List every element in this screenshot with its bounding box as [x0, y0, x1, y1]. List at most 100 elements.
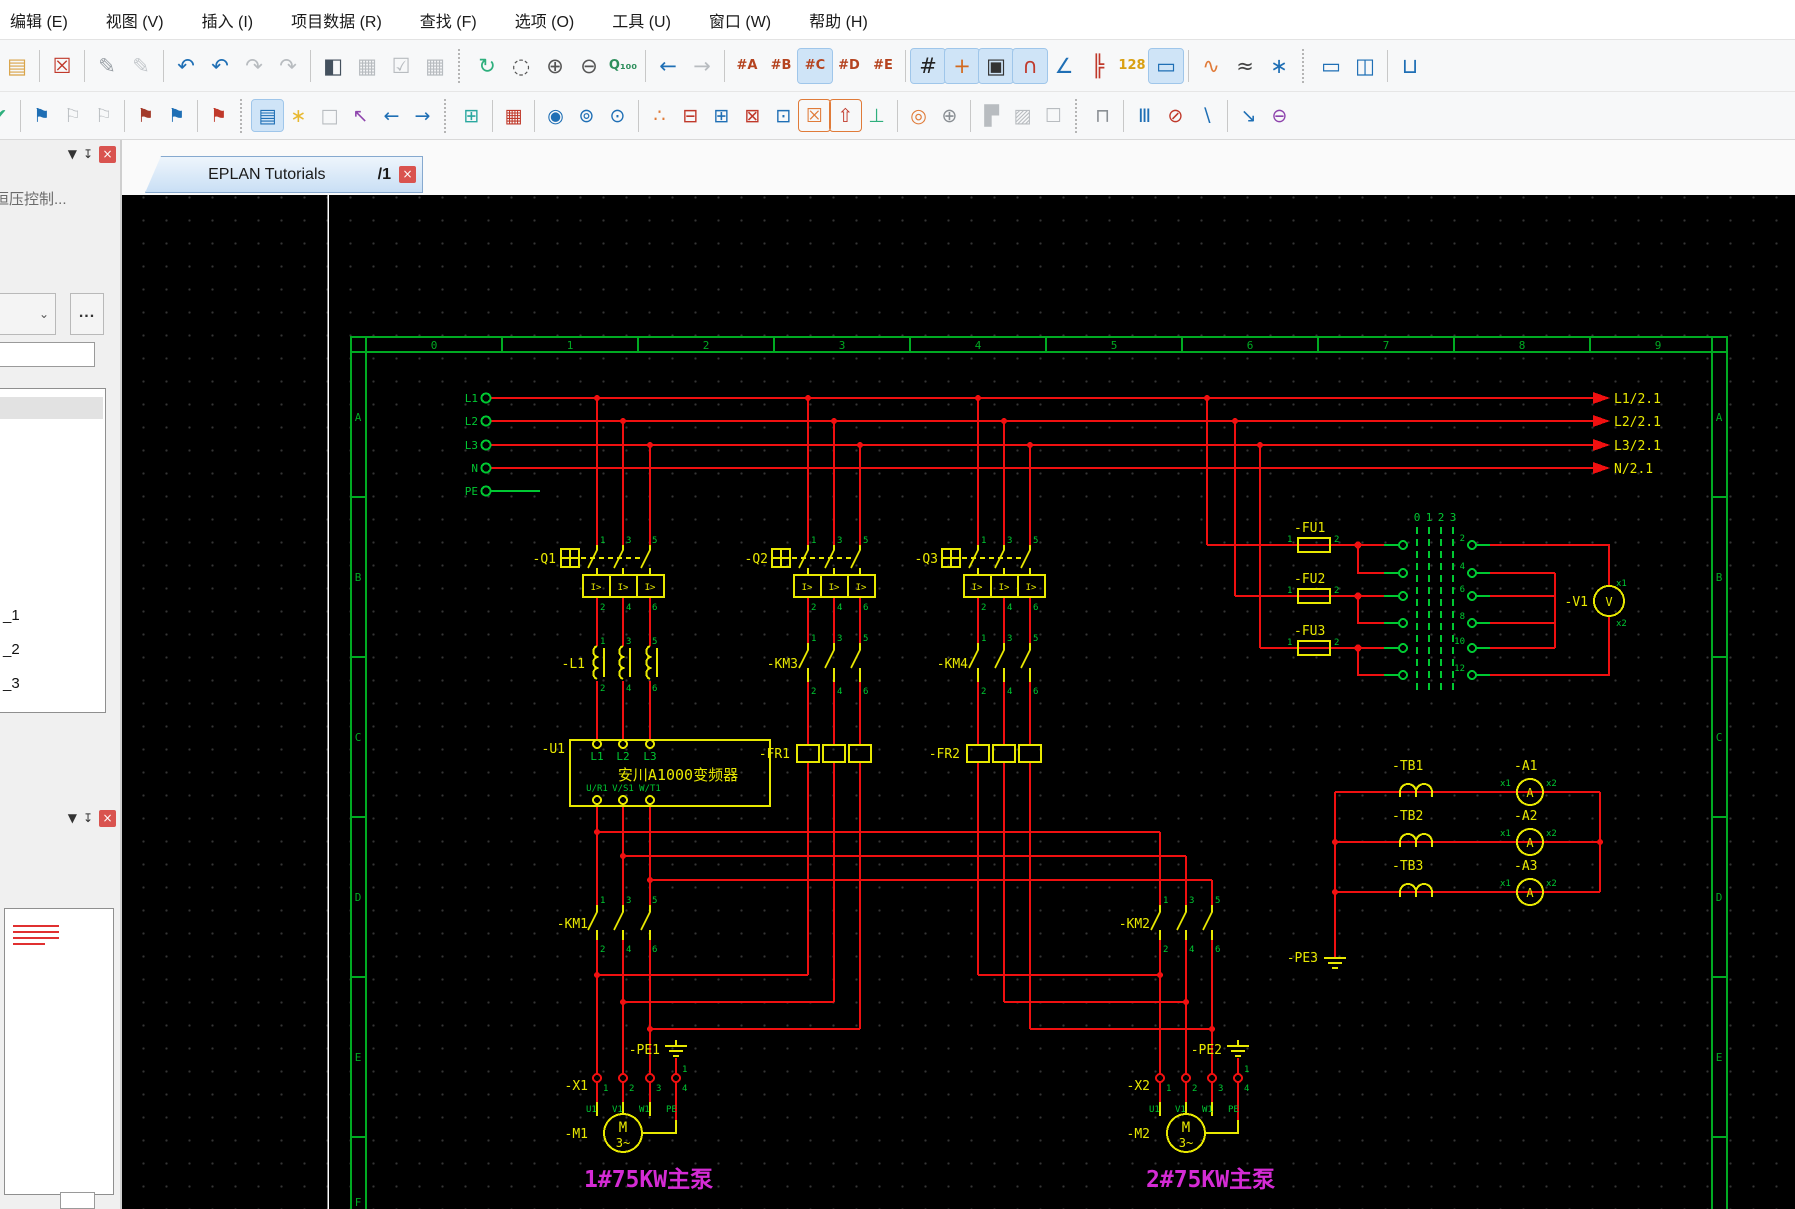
- undo-icon[interactable]: ↶: [169, 49, 203, 83]
- macro-box-icon[interactable]: ⊞: [456, 100, 487, 131]
- table-icon[interactable]: ▦: [418, 49, 452, 83]
- connection-symbol-icon[interactable]: ╠: [1081, 49, 1115, 83]
- previous-page-icon[interactable]: ←: [376, 100, 407, 131]
- clipped-icon[interactable]: ✔: [0, 100, 15, 131]
- chevron-down-icon[interactable]: ▼: [68, 147, 77, 161]
- schematic-canvas[interactable]: 0 1 2 3 4 5 6 7 8 9 A B C D E F A B C D …: [122, 195, 1795, 1209]
- device-box-icon[interactable]: ▭: [1314, 49, 1348, 83]
- workflow-flag-gear-icon[interactable]: ⚐: [57, 100, 88, 131]
- network-icon[interactable]: ◫: [1348, 49, 1382, 83]
- symbol-center-icon[interactable]: ⊙: [602, 100, 633, 131]
- tree-item[interactable]: _1: [3, 607, 20, 624]
- selected-row[interactable]: [0, 397, 103, 419]
- grid-d-icon[interactable]: #D: [832, 49, 866, 83]
- format-brush2-icon[interactable]: ✎: [124, 49, 158, 83]
- grid-e-icon[interactable]: #E: [866, 49, 900, 83]
- hatch-icon[interactable]: ▨: [1007, 100, 1038, 131]
- angle-snap-icon[interactable]: ∠: [1047, 49, 1081, 83]
- layout-icon[interactable]: ▦: [350, 49, 384, 83]
- cable-ring-icon[interactable]: ⊖: [1264, 100, 1295, 131]
- menu-help[interactable]: 帮助 (H): [809, 8, 868, 32]
- device-navigator-icon[interactable]: ▦: [498, 100, 529, 131]
- placeholder-icon[interactable]: ☐: [1038, 100, 1069, 131]
- toolbar-grip[interactable]: [1075, 98, 1081, 133]
- workflow-flag-check-icon[interactable]: ⚑: [26, 100, 57, 131]
- workspace-icon[interactable]: ◧: [316, 49, 350, 83]
- parallel-pins-icon[interactable]: Ⅲ: [1129, 100, 1160, 131]
- tab-eplan-tutorials[interactable]: EPLAN Tutorials /1 ×: [145, 156, 423, 193]
- filter-combobox[interactable]: ⌄: [0, 293, 56, 335]
- workbench-icon[interactable]: ⊓: [1087, 100, 1118, 131]
- star-line-icon[interactable]: ∗: [1262, 49, 1296, 83]
- search-field[interactable]: [0, 342, 95, 367]
- grid-c-icon[interactable]: #C: [797, 47, 833, 84]
- pin-icon[interactable]: ↧: [83, 811, 93, 825]
- browse-button[interactable]: ...: [70, 293, 104, 335]
- toolbar-grip[interactable]: [444, 98, 450, 133]
- paste-icon[interactable]: ▤: [0, 49, 34, 83]
- zoom-window-icon[interactable]: ◌: [504, 49, 538, 83]
- pin-icon[interactable]: ↧: [83, 147, 93, 161]
- menu-tools[interactable]: 工具 (U): [612, 8, 671, 32]
- table-remove-icon[interactable]: ⊠: [737, 100, 768, 131]
- table-device-icon[interactable]: ⊡: [768, 100, 799, 131]
- check-document-icon[interactable]: ☑: [384, 49, 418, 83]
- pin-diagonal-icon[interactable]: ∖: [1191, 100, 1222, 131]
- panel-icon[interactable]: ▛: [976, 100, 1007, 131]
- graphical-preview[interactable]: [4, 908, 114, 1195]
- undo-list-icon[interactable]: ↶: [203, 49, 237, 83]
- cable-icon[interactable]: ↘: [1233, 100, 1264, 131]
- page-navigator-icon[interactable]: ▤: [251, 99, 284, 132]
- symbol-multi-icon[interactable]: ◉: [540, 100, 571, 131]
- flag-forward-icon[interactable]: ⚑: [161, 100, 192, 131]
- menu-insert[interactable]: 插入 (I): [202, 8, 254, 32]
- new-page-icon[interactable]: ∗: [283, 100, 314, 131]
- grid-b-icon[interactable]: #B: [764, 49, 798, 83]
- device-plug-icon[interactable]: ⊕: [934, 100, 965, 131]
- toolbar-grip[interactable]: [458, 48, 464, 83]
- symbol-top-icon[interactable]: ⊚: [571, 100, 602, 131]
- menu-view[interactable]: 视图 (V): [106, 8, 164, 32]
- tab-project-label[interactable]: EPLAN Tutorials: [146, 166, 378, 184]
- tab-close-icon[interactable]: ×: [399, 166, 416, 183]
- zoom-100-icon[interactable]: Q₁₀₀: [606, 49, 640, 83]
- device-circle-icon[interactable]: ◎: [903, 100, 934, 131]
- tree-icon[interactable]: ⊥: [861, 100, 892, 131]
- import-page-icon[interactable]: ↖: [345, 100, 376, 131]
- box-up-icon[interactable]: ⇧: [829, 99, 862, 132]
- chevron-down-icon[interactable]: ▼: [68, 811, 77, 825]
- text-field-icon[interactable]: ▭: [1148, 47, 1184, 84]
- tree-item[interactable]: _3: [3, 675, 20, 692]
- box-delete-icon[interactable]: ☒: [798, 99, 831, 132]
- close-icon[interactable]: ×: [99, 809, 116, 827]
- design-mode-icon[interactable]: ▣: [978, 47, 1014, 84]
- next-page-icon[interactable]: →: [407, 100, 438, 131]
- zoom-out-icon[interactable]: ⊖: [572, 49, 606, 83]
- tree-item[interactable]: _2: [3, 641, 20, 658]
- tab-page-label[interactable]: /1: [378, 166, 391, 184]
- menu-edit[interactable]: 编辑 (E): [10, 8, 68, 32]
- forward-icon[interactable]: →: [685, 49, 719, 83]
- delete-selection-icon[interactable]: ☒: [45, 49, 79, 83]
- redo-list-icon[interactable]: ↷: [271, 49, 305, 83]
- signal-line-icon[interactable]: ≈: [1228, 49, 1262, 83]
- grid-a-icon[interactable]: #A: [730, 49, 764, 83]
- redo-icon[interactable]: ↷: [237, 49, 271, 83]
- magnet-icon[interactable]: ∩: [1012, 47, 1048, 84]
- menu-find[interactable]: 查找 (F): [420, 8, 477, 32]
- number-128-icon[interactable]: 128: [1115, 49, 1149, 83]
- toolbar-grip[interactable]: [240, 98, 246, 133]
- zoom-in-icon[interactable]: ⊕: [538, 49, 572, 83]
- menu-options[interactable]: 选项 (O): [515, 8, 575, 32]
- close-icon[interactable]: ×: [99, 145, 116, 163]
- snap-icon[interactable]: +: [944, 47, 980, 84]
- table-symbol-icon[interactable]: ⊞: [706, 100, 737, 131]
- menu-project-data[interactable]: 项目数据 (R): [291, 8, 382, 32]
- flag-book-icon[interactable]: ⚑: [130, 100, 161, 131]
- refresh-icon[interactable]: ↻: [470, 49, 504, 83]
- workflow-flag-arrow-icon[interactable]: ⚐: [88, 100, 119, 131]
- menu-window[interactable]: 窗口 (W): [709, 8, 771, 32]
- flag-delete-icon[interactable]: ⚑: [203, 100, 234, 131]
- pin-ring-icon[interactable]: ⊘: [1160, 100, 1191, 131]
- cart-icon[interactable]: ⊔: [1393, 49, 1427, 83]
